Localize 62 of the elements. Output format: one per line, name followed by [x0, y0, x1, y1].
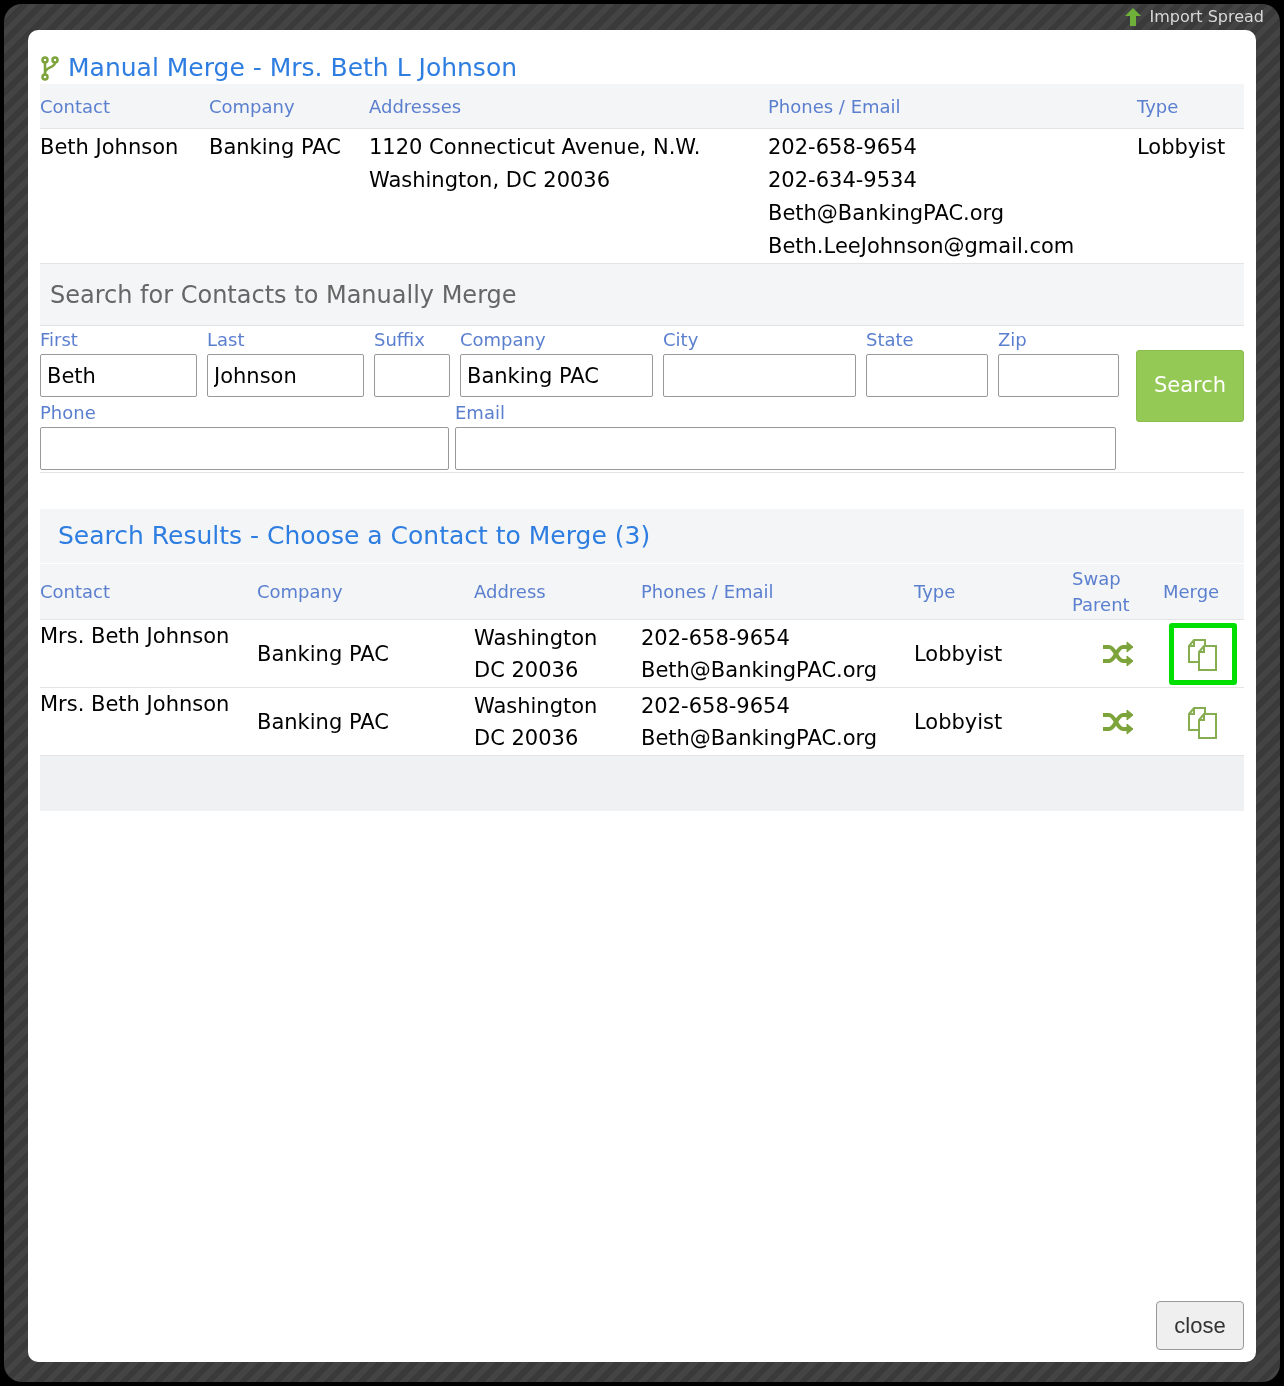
table-cell-text: DC 20036 — [474, 724, 580, 752]
input-field[interactable]: Beth — [40, 354, 197, 397]
field-label: Suffix — [374, 328, 426, 352]
table-cell-text: 202-658-9654 — [641, 692, 791, 720]
column-header: Contact — [40, 95, 111, 117]
column-header: Address — [474, 579, 547, 604]
table-cell: Beth Johnson — [40, 135, 179, 159]
table-cell: Banking PAC — [257, 641, 389, 666]
field-label: City — [663, 328, 700, 352]
input-field[interactable] — [455, 427, 1116, 470]
table-cell: Lobbyist — [1137, 135, 1226, 159]
input-field[interactable]: Banking PAC — [460, 354, 653, 397]
table-cell: Mrs. Beth Johnson — [40, 692, 230, 716]
column-header: Merge — [1163, 579, 1221, 604]
table-cell: Banking PAC — [257, 709, 389, 734]
field-label: Last — [207, 328, 246, 352]
close-button[interactable]: close — [1156, 1301, 1244, 1350]
column-header: Company — [257, 579, 344, 604]
field-label: First — [40, 328, 79, 352]
merge-button[interactable] — [1168, 622, 1237, 685]
table-cell: Lobbyist — [914, 641, 1003, 666]
field-label: State — [866, 328, 915, 352]
table-cell: Lobbyist — [914, 709, 1003, 734]
section-heading: Search for Contacts to Manually Merge — [50, 279, 517, 311]
section-heading: Search Results - Choose a Contact to Merge (3) — [58, 520, 651, 553]
table-cell-text: 202-658-9654 — [641, 624, 791, 652]
field-label: Company — [460, 328, 547, 352]
column-header: Swap Parent — [1072, 566, 1131, 617]
table-cell-text: Washington — [474, 624, 599, 652]
table-cell-text: Beth@BankingPAC.org — [641, 656, 879, 684]
table-cell-text: Beth.LeeJohnson@gmail.com — [768, 233, 1076, 260]
table-cell-text: Beth@BankingPAC.org — [641, 724, 879, 752]
column-header: Type — [1137, 95, 1179, 117]
column-header: Phones / Email — [768, 95, 901, 117]
field-label: Email — [455, 401, 506, 425]
table-cell-text: 1120 Connecticut Avenue, N.W. — [369, 134, 702, 161]
table-cell-text: Beth@BankingPAC.org — [768, 200, 1006, 227]
input-field[interactable] — [866, 354, 988, 397]
table-cell-text: Washington — [474, 692, 599, 720]
table-cell: Banking PAC — [209, 135, 341, 159]
column-header: Type — [914, 579, 957, 604]
table-cell-text: Washington, DC 20036 — [369, 167, 612, 194]
table-cell: Mrs. Beth Johnson — [40, 624, 230, 648]
input-field[interactable] — [998, 354, 1119, 397]
shuffle-icon[interactable] — [1100, 640, 1135, 667]
column-header: Addresses — [369, 95, 462, 117]
import-button-text[interactable]: Import Spread — [1149, 5, 1264, 29]
table-cell-text: 202-634-9534 — [768, 167, 918, 194]
shuffle-icon[interactable] — [1100, 708, 1135, 735]
field-label: Phone — [40, 401, 97, 425]
input-field[interactable] — [40, 427, 449, 470]
column-header: Company — [209, 95, 295, 117]
input-field[interactable] — [663, 354, 856, 397]
up-arrow-icon — [1125, 8, 1142, 26]
column-header: Contact — [40, 579, 112, 604]
column-header: Phones / Email — [641, 579, 775, 604]
table-cell-text: 202-658-9654 — [768, 134, 918, 161]
input-field[interactable] — [374, 354, 450, 397]
branch-icon — [40, 55, 60, 81]
table-cell-text: DC 20036 — [474, 656, 580, 684]
field-label: Zip — [998, 328, 1028, 352]
dialog-title: Manual Merge - Mrs. Beth L Johnson — [68, 52, 518, 85]
